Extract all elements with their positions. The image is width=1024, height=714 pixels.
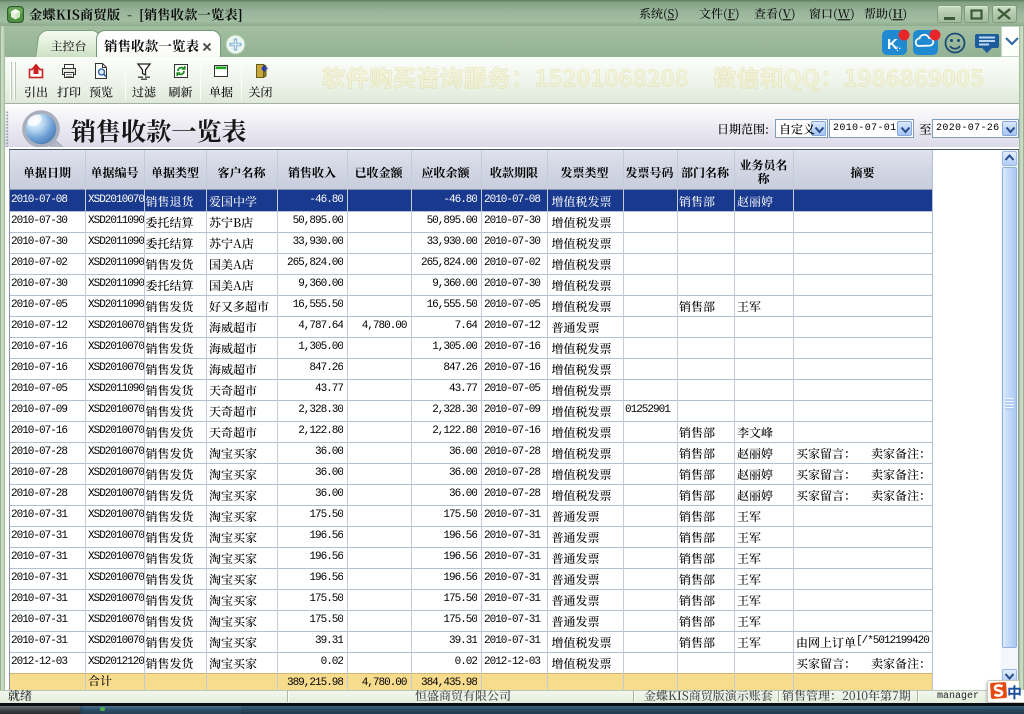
svg-text::·: :·	[896, 44, 901, 53]
